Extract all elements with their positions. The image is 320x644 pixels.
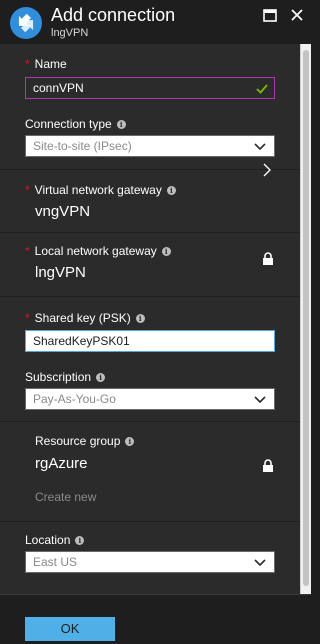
connection-type-label: Connection type i bbox=[25, 117, 126, 131]
ok-button[interactable]: OK bbox=[25, 617, 115, 641]
divider bbox=[0, 232, 300, 233]
subscription-label: Subscription i bbox=[25, 370, 106, 384]
blade-footer: OK bbox=[0, 594, 311, 644]
info-icon[interactable]: i bbox=[116, 119, 126, 129]
blade-title: Add connection bbox=[51, 5, 176, 25]
scrollbar[interactable] bbox=[300, 44, 311, 594]
subscription-dropdown[interactable]: Pay-As-You-Go bbox=[25, 388, 275, 410]
scrollbar-thumb[interactable] bbox=[303, 50, 309, 586]
info-icon[interactable]: i bbox=[161, 246, 171, 256]
chevron-down-icon bbox=[254, 396, 266, 404]
virtual-network-gateway-value[interactable]: vngVPN bbox=[35, 203, 90, 220]
shared-key-field[interactable]: SharedKeyPSK01 bbox=[25, 330, 275, 352]
divider bbox=[0, 169, 300, 170]
virtual-network-gateway-label: * Virtual network gateway i bbox=[25, 183, 176, 197]
required-marker: * bbox=[25, 244, 30, 258]
required-marker: * bbox=[25, 311, 30, 325]
chevron-down-icon bbox=[254, 143, 266, 151]
create-new-link[interactable]: Create new bbox=[35, 490, 96, 504]
info-icon[interactable]: i bbox=[166, 185, 176, 195]
info-icon[interactable]: i bbox=[125, 436, 135, 446]
location-dropdown[interactable]: East US bbox=[25, 551, 275, 573]
location-label: Location i bbox=[25, 533, 85, 547]
local-network-gateway-label: * Local network gateway i bbox=[25, 244, 171, 258]
maximize-icon[interactable] bbox=[262, 7, 278, 23]
blade-subtitle: lngVPN bbox=[51, 27, 89, 39]
chevron-down-icon bbox=[254, 559, 266, 567]
info-icon[interactable]: i bbox=[96, 372, 106, 382]
divider bbox=[0, 296, 300, 297]
chevron-right-icon[interactable] bbox=[262, 162, 272, 178]
blade-header: Add connection lngVPN bbox=[0, 0, 311, 44]
required-marker: * bbox=[25, 183, 30, 197]
checkmark-icon bbox=[256, 84, 268, 94]
lock-icon bbox=[263, 252, 273, 265]
connection-type-dropdown[interactable]: Site-to-site (IPsec) bbox=[25, 135, 275, 157]
required-marker: * bbox=[25, 57, 30, 71]
lock-icon bbox=[263, 459, 273, 472]
resource-group-value: rgAzure bbox=[35, 455, 88, 472]
name-field[interactable]: connVPN bbox=[25, 77, 275, 99]
connection-arrows-icon bbox=[10, 7, 42, 39]
resource-group-label: Resource group i bbox=[35, 434, 135, 448]
info-icon[interactable]: i bbox=[135, 313, 145, 323]
divider bbox=[0, 421, 300, 422]
local-network-gateway-value: lngVPN bbox=[35, 264, 86, 281]
divider bbox=[0, 521, 300, 522]
name-label: * Name bbox=[25, 57, 67, 71]
close-icon[interactable] bbox=[289, 7, 305, 23]
shared-key-label: * Shared key (PSK) i bbox=[25, 311, 145, 325]
info-icon[interactable]: i bbox=[75, 535, 85, 545]
